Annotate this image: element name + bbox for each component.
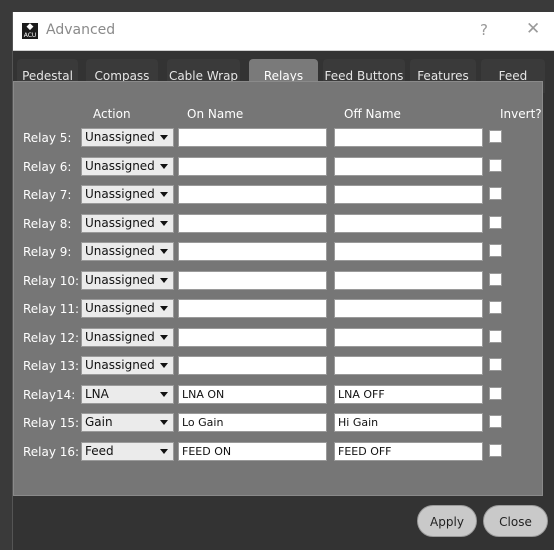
off-name-field[interactable] [334, 185, 483, 204]
on-name-field[interactable] [178, 242, 327, 261]
chevron-down-icon [160, 306, 168, 311]
invert-checkbox[interactable] [489, 301, 502, 314]
invert-checkbox[interactable] [489, 216, 502, 229]
off-name-field[interactable] [334, 157, 483, 176]
invert-checkbox[interactable] [489, 415, 502, 428]
action-select[interactable]: Unassigned [81, 185, 174, 204]
action-select-value: Gain [85, 415, 113, 429]
action-select[interactable]: Unassigned [81, 271, 174, 290]
relay-label: Relay 6: [23, 160, 72, 174]
relay-label: Relay 13: [23, 359, 80, 373]
chevron-down-icon [160, 392, 168, 397]
relay-label: Relay 9: [23, 245, 72, 259]
invert-checkbox[interactable] [489, 273, 502, 286]
on-name-field[interactable] [178, 157, 327, 176]
chevron-down-icon [160, 449, 168, 454]
invert-checkbox[interactable] [489, 358, 502, 371]
action-select-value: Unassigned [85, 330, 155, 344]
app-icon: ◆ ACU [22, 22, 38, 39]
invert-checkbox[interactable] [489, 187, 502, 200]
off-name-field[interactable] [334, 242, 483, 261]
off-name-field[interactable] [334, 128, 483, 147]
title-bar: ◆ ACU Advanced ? ✕ [13, 12, 554, 51]
relay-label: Relay14: [23, 388, 76, 402]
action-select[interactable]: Unassigned [81, 214, 174, 233]
chevron-down-icon [160, 363, 168, 368]
on-name-field[interactable]: FEED ON [178, 442, 327, 461]
action-select[interactable]: Gain [81, 413, 174, 432]
on-name-field[interactable] [178, 214, 327, 233]
action-select[interactable]: Unassigned [81, 356, 174, 375]
on-name-field[interactable]: LNA ON [178, 385, 327, 404]
invert-checkbox[interactable] [489, 444, 502, 457]
close-button[interactable]: Close [483, 505, 548, 537]
action-select-value: Unassigned [85, 244, 155, 258]
off-name-field[interactable] [334, 299, 483, 318]
chevron-down-icon [160, 278, 168, 283]
action-select[interactable]: Unassigned [81, 128, 174, 147]
relay-label: Relay 7: [23, 188, 72, 202]
chevron-down-icon [160, 135, 168, 140]
chevron-down-icon [160, 164, 168, 169]
on-name-field[interactable] [178, 271, 327, 290]
background-strip-top [0, 0, 554, 12]
column-header-on-name: On Name [187, 107, 244, 121]
relay-label: Relay 8: [23, 217, 72, 231]
relay-label: Relay 5: [23, 131, 72, 145]
on-name-field[interactable] [178, 128, 327, 147]
relay-label: Relay 16: [23, 445, 80, 459]
off-name-field[interactable]: Hi Gain [334, 413, 483, 432]
on-name-field[interactable] [178, 299, 327, 318]
action-select[interactable]: Unassigned [81, 242, 174, 261]
action-select-value: Feed [85, 444, 114, 458]
off-name-field[interactable] [334, 214, 483, 233]
column-header-invert: Invert? [500, 107, 542, 121]
on-name-field[interactable] [178, 328, 327, 347]
off-name-field[interactable] [334, 356, 483, 375]
invert-checkbox[interactable] [489, 130, 502, 143]
column-header-action: Action [93, 107, 131, 121]
window-title: Advanced [46, 22, 116, 38]
action-select[interactable]: Feed [81, 442, 174, 461]
column-header-off-name: Off Name [344, 107, 401, 121]
invert-checkbox[interactable] [489, 159, 502, 172]
relay-label: Relay 12: [23, 331, 80, 345]
off-name-field[interactable] [334, 271, 483, 290]
action-select-value: Unassigned [85, 159, 155, 173]
action-select[interactable]: Unassigned [81, 299, 174, 318]
chevron-down-icon [160, 192, 168, 197]
action-select[interactable]: Unassigned [81, 157, 174, 176]
action-select-value: Unassigned [85, 273, 155, 287]
close-window-button[interactable]: ✕ [526, 19, 540, 39]
relay-label: Relay 15: [23, 416, 80, 430]
chevron-down-icon [160, 249, 168, 254]
action-select-value: Unassigned [85, 130, 155, 144]
chevron-down-icon [160, 221, 168, 226]
on-name-field[interactable] [178, 185, 327, 204]
action-select[interactable]: LNA [81, 385, 174, 404]
invert-checkbox[interactable] [489, 244, 502, 257]
action-select-value: Unassigned [85, 216, 155, 230]
action-select-value: LNA [85, 387, 109, 401]
invert-checkbox[interactable] [489, 330, 502, 343]
action-select-value: Unassigned [85, 187, 155, 201]
off-name-field[interactable]: LNA OFF [334, 385, 483, 404]
action-select-value: Unassigned [85, 358, 155, 372]
action-select-value: Unassigned [85, 301, 155, 315]
off-name-field[interactable]: FEED OFF [334, 442, 483, 461]
apply-button[interactable]: Apply [417, 505, 477, 537]
on-name-field[interactable]: Lo Gain [178, 413, 327, 432]
on-name-field[interactable] [178, 356, 327, 375]
help-button[interactable]: ? [480, 21, 488, 39]
chevron-down-icon [160, 335, 168, 340]
off-name-field[interactable] [334, 328, 483, 347]
relay-label: Relay 11: [23, 302, 80, 316]
chevron-down-icon [160, 420, 168, 425]
action-select[interactable]: Unassigned [81, 328, 174, 347]
relay-label: Relay 10: [23, 274, 80, 288]
invert-checkbox[interactable] [489, 387, 502, 400]
